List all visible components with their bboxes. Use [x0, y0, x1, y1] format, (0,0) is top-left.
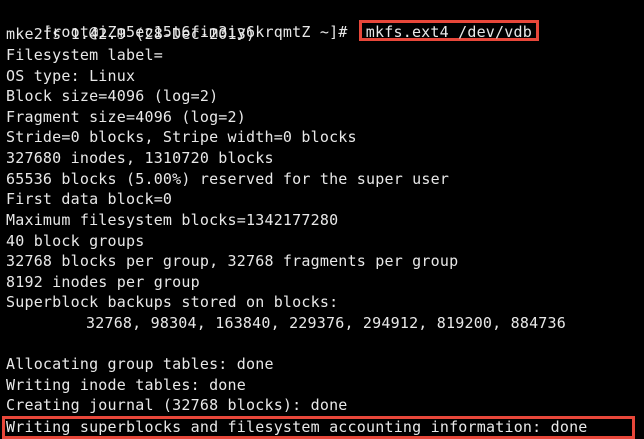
output-line-17: Allocating group tables: done [6, 355, 274, 373]
output-line-11: 40 block groups [6, 232, 145, 250]
output-line-8: 65536 blocks (5.00%) reserved for the su… [6, 170, 450, 188]
command-highlight: mkfs.ext4 /dev/vdb [358, 20, 539, 41]
final-output-line: Writing superblocks and filesystem accou… [6, 418, 588, 436]
output-line-6: Stride=0 blocks, Stripe width=0 blocks [6, 128, 357, 146]
prompt-line: [root@iZm5ec15t6fim3iy6krqmtZ ~]# mkfs.e… [6, 0, 539, 41]
output-line-7: 327680 inodes, 1310720 blocks [6, 149, 274, 167]
output-line-5: Fragment size=4096 (log=2) [6, 108, 246, 126]
terminal-window[interactable]: [root@iZm5ec15t6fim3iy6krqmtZ ~]# mkfs.e… [0, 0, 644, 439]
output-line-13: 8192 inodes per group [6, 273, 200, 291]
output-line-3: OS type: Linux [6, 67, 136, 85]
output-line-1: mke2fs 1.42.9 (28-Dec-2013) [6, 25, 256, 43]
output-line-2: Filesystem label= [6, 46, 163, 64]
output-line-12: 32768 blocks per group, 32768 fragments … [6, 252, 459, 270]
output-line-10: Maximum filesystem blocks=1342177280 [6, 211, 339, 229]
output-line-9: First data block=0 [6, 190, 173, 208]
output-line-15: 32768, 98304, 163840, 229376, 294912, 81… [86, 314, 566, 332]
output-line-14: Superblock backups stored on blocks: [6, 293, 339, 311]
output-line-19: Creating journal (32768 blocks): done [6, 396, 348, 414]
output-line-4: Block size=4096 (log=2) [6, 87, 219, 105]
output-line-18: Writing inode tables: done [6, 376, 246, 394]
command-text: mkfs.ext4 /dev/vdb [365, 23, 532, 41]
